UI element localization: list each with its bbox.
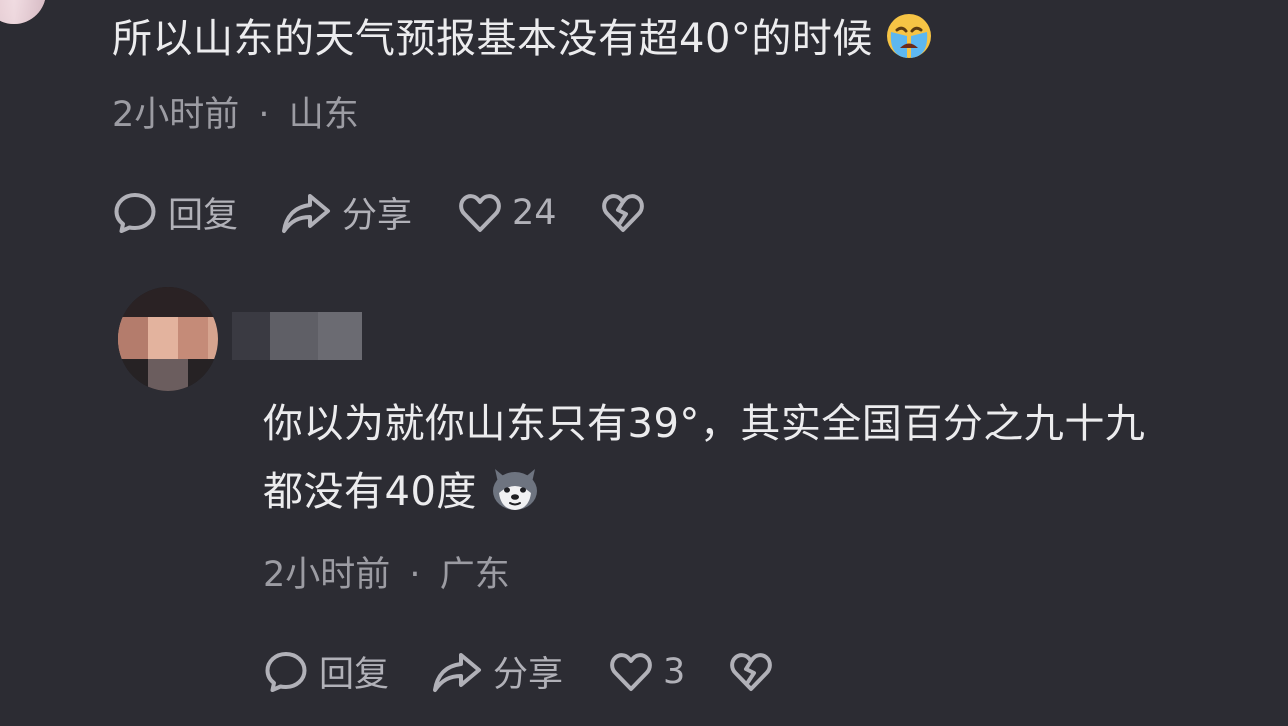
username[interactable] — [232, 312, 362, 360]
comment-text-line-2: 都没有40度 — [263, 458, 1145, 534]
like-count: 3 — [663, 651, 686, 692]
dislike-button[interactable] — [601, 191, 645, 235]
share-button[interactable]: 分享 — [280, 187, 412, 238]
avatar[interactable] — [118, 287, 218, 391]
comment-text: 你以为就你山东只有39°，其实全国百分之九十九 都没有40度 — [263, 390, 1145, 534]
like-button[interactable]: 24 — [458, 191, 557, 235]
comment-meta: 2小时前 · 山东 — [112, 86, 359, 137]
like-count: 24 — [512, 192, 557, 233]
meta-separator: · — [409, 555, 421, 595]
comment-text-line: 你以为就你山东只有39°，其实全国百分之九十九 — [263, 401, 1146, 447]
comment-actions: 回复 分享 24 — [112, 187, 645, 238]
husky-face-icon — [489, 465, 541, 534]
share-arrow-icon — [282, 193, 331, 233]
comment-bubble-icon — [265, 651, 307, 692]
dislike-button[interactable] — [729, 650, 773, 694]
broken-heart-icon — [730, 652, 773, 691]
like-button[interactable]: 3 — [609, 650, 685, 694]
avatar[interactable] — [0, 0, 46, 24]
reply-button[interactable]: 回复 — [263, 646, 389, 697]
broken-heart-icon — [601, 193, 644, 232]
share-button[interactable]: 分享 — [431, 646, 563, 697]
comment-location: 山东 — [288, 95, 359, 135]
comment-meta: 2小时前 · 广东 — [263, 546, 510, 597]
comment-text: 所以山东的天气预报基本没有超40°的时候 — [112, 5, 933, 81]
crying-face-icon — [885, 12, 933, 81]
comment-text-line: 都没有40度 — [263, 469, 477, 515]
share-arrow-icon — [433, 652, 482, 692]
comment-location: 广东 — [439, 555, 510, 595]
reply-label: 回复 — [168, 196, 239, 236]
share-label: 分享 — [493, 655, 564, 695]
comment-bubble-icon — [114, 192, 156, 233]
reply-button[interactable]: 回复 — [112, 187, 238, 238]
comment-actions: 回复 分享 3 — [263, 646, 773, 697]
comment-time: 2小时前 — [263, 555, 391, 595]
comment-text-content: 所以山东的天气预报基本没有超40°的时候 — [112, 16, 873, 62]
comment-time: 2小时前 — [112, 95, 240, 135]
heart-icon — [610, 652, 652, 691]
reply-label: 回复 — [319, 655, 390, 695]
share-label: 分享 — [342, 196, 413, 236]
meta-separator: · — [258, 95, 270, 135]
heart-icon — [459, 193, 501, 232]
